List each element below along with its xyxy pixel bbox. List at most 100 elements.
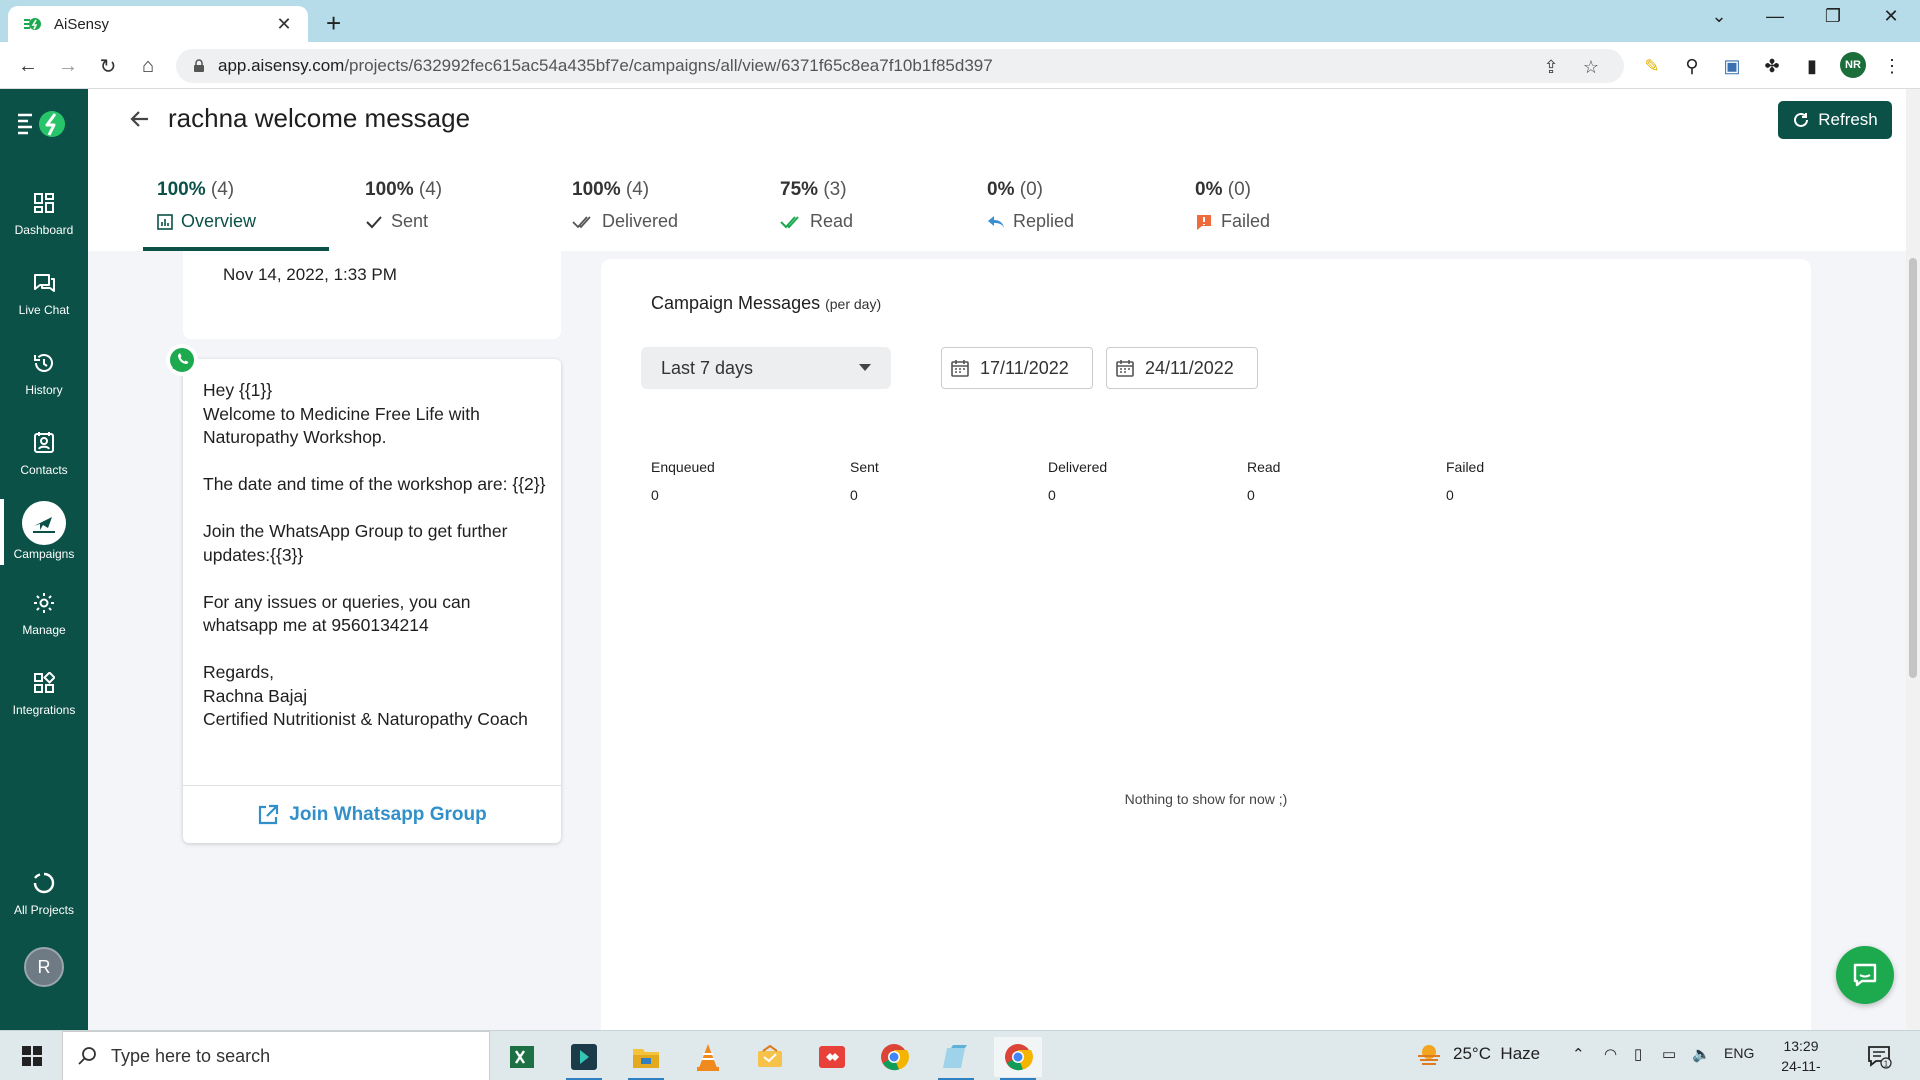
join-whatsapp-group-button[interactable]: Join Whatsapp Group [183, 786, 561, 843]
tab-sent[interactable]: 100% (4) Sent [365, 179, 550, 251]
metric-read: Read 0 [1247, 459, 1397, 503]
gear-icon [30, 589, 58, 617]
metric-value: 0 [850, 487, 858, 503]
stat-value: 100% (4) [365, 179, 550, 201]
message-line: Welcome to Medicine Free Life with Natur… [203, 403, 480, 448]
side-panel-icon[interactable]: ▮ [1800, 54, 1824, 78]
scrollbar-thumb[interactable] [1909, 258, 1917, 678]
tray-expand-chevron-icon[interactable]: ⌃ [1572, 1045, 1585, 1063]
sticky-notes-app-icon[interactable] [746, 1037, 794, 1077]
stat-label-row: Replied [987, 211, 1172, 232]
user-avatar[interactable]: R [24, 947, 64, 987]
anydesk-app-icon[interactable] [808, 1037, 856, 1077]
stat-percent: 100% [572, 179, 621, 200]
tab-replied[interactable]: 0% (0) Replied [987, 179, 1172, 251]
integrations-icon [30, 669, 58, 697]
panel-title-text: Campaign Messages [651, 293, 821, 313]
file-explorer-icon[interactable] [622, 1037, 670, 1080]
video-editor-app-icon[interactable] [560, 1037, 608, 1080]
translate-extension-icon[interactable]: ▣ [1720, 54, 1744, 78]
tab-overview[interactable]: 100% (4) Overview [157, 179, 342, 251]
reload-icon[interactable]: ↻ [94, 52, 122, 80]
weather-text: 25°C Haze [1453, 1044, 1541, 1063]
tab-search-chevron-icon[interactable]: ⌄ [1704, 6, 1734, 27]
check-icon [366, 215, 382, 228]
clock-time: 13:29 [1783, 1038, 1819, 1054]
sidebar-item-campaigns[interactable]: Campaigns [0, 501, 88, 579]
end-date-input[interactable]: 24/11/2022 [1106, 347, 1258, 389]
aisensy-logo-icon[interactable] [16, 107, 70, 141]
stat-count: (0) [1019, 179, 1043, 200]
home-icon[interactable]: ⌂ [134, 52, 162, 80]
stat-label-row: Read [780, 211, 965, 232]
highlighter-extension-icon[interactable]: ✎ [1640, 54, 1664, 78]
volume-icon[interactable]: 🔈 [1692, 1045, 1711, 1063]
vlc-app-icon[interactable] [684, 1037, 732, 1077]
address-bar[interactable]: app.aisensy.com/projects/632992fec615ac5… [176, 49, 1624, 83]
sidebar-item-manage[interactable]: Manage [0, 589, 88, 659]
weather-widget[interactable]: 25°C Haze [1415, 1041, 1540, 1067]
campaign-date: Nov 14, 2022, 1:33 PM [223, 265, 397, 284]
chrome-active-app-icon[interactable] [994, 1037, 1042, 1080]
support-chat-button[interactable] [1836, 946, 1894, 1004]
sidebar-item-all-projects[interactable]: All Projects [0, 869, 88, 939]
failed-alert-icon [1197, 214, 1211, 230]
bookmark-star-icon[interactable]: ☆ [1580, 56, 1602, 78]
tab-close-icon[interactable]: ✕ [274, 14, 294, 35]
read-double-check-icon [780, 215, 799, 228]
sidebar-item-history[interactable]: History [0, 349, 88, 419]
calendar-icon [951, 360, 969, 377]
share-icon[interactable]: ⇪ [1540, 56, 1562, 78]
chrome-app-icon[interactable] [870, 1037, 918, 1077]
new-tab-button[interactable]: + [326, 8, 341, 39]
search-extension-icon[interactable]: ⚲ [1680, 54, 1704, 78]
sidebar-item-contacts[interactable]: Contacts [0, 429, 88, 499]
projects-icon [30, 869, 58, 897]
minimize-icon[interactable]: — [1760, 6, 1790, 27]
stat-label-row: Delivered [572, 211, 757, 232]
tab-failed[interactable]: 0% (0) Failed [1195, 179, 1380, 251]
stat-label-row: Failed [1195, 211, 1380, 232]
message-body: Hey {{1}} Welcome to Medicine Free Life w… [203, 379, 548, 755]
close-window-icon[interactable]: ✕ [1876, 6, 1906, 27]
metric-value: 0 [1446, 487, 1454, 503]
stat-count: (4) [625, 179, 650, 200]
language-indicator[interactable]: ENG [1724, 1045, 1754, 1061]
search-placeholder: Type here to search [111, 1045, 271, 1066]
browser-menu-icon[interactable]: ⋮ [1880, 54, 1904, 78]
message-line: For any issues or queries, you can whats… [203, 591, 471, 636]
tab-read[interactable]: 75% (3) Read [780, 179, 965, 251]
stat-label-row: Sent [365, 211, 550, 232]
end-date-value: 24/11/2022 [1145, 357, 1234, 378]
metric-value: 0 [1048, 487, 1056, 503]
date-range-select[interactable]: Last 7 days [641, 347, 891, 389]
browser-tab[interactable]: AiSensy ✕ [8, 6, 308, 42]
url-host: app.aisensy.com [218, 56, 345, 75]
sidebar-item-label: Manage [22, 623, 66, 637]
stat-value: 75% (3) [780, 179, 965, 201]
forward-icon[interactable]: → [54, 52, 82, 80]
sidebar-item-integrations[interactable]: Integrations [0, 669, 88, 739]
taskbar-search[interactable]: Type here to search [62, 1031, 490, 1080]
excel-app-icon[interactable] [498, 1037, 546, 1077]
extensions-puzzle-icon[interactable]: ✤ [1760, 54, 1784, 78]
sidebar-item-dashboard[interactable]: Dashboard [0, 189, 88, 259]
notification-center-icon[interactable]: 1 [1866, 1043, 1892, 1069]
restore-icon[interactable]: ❐ [1818, 6, 1848, 27]
start-date-value: 17/11/2022 [980, 357, 1069, 378]
tab-delivered[interactable]: 100% (4) Delivered [572, 179, 757, 251]
sidebar-item-live-chat[interactable]: Live Chat [0, 269, 88, 339]
windows-start-icon[interactable] [12, 1043, 52, 1069]
device-icon[interactable]: ▯ [1634, 1045, 1642, 1063]
refresh-button[interactable]: Refresh [1778, 101, 1892, 139]
back-arrow-icon[interactable] [126, 105, 154, 133]
profile-avatar[interactable]: NR [1840, 52, 1866, 78]
battery-icon[interactable]: ▭ [1662, 1045, 1676, 1063]
system-clock[interactable]: 13:29 24-11-2022 [1768, 1036, 1834, 1080]
stat-count: (4) [210, 179, 235, 200]
notepad-app-icon[interactable] [932, 1037, 980, 1080]
start-date-input[interactable]: 17/11/2022 [941, 347, 1093, 389]
back-icon[interactable]: ← [14, 52, 42, 80]
wifi-icon[interactable]: ◠ [1604, 1045, 1617, 1063]
stat-label: Replied [1013, 211, 1075, 231]
